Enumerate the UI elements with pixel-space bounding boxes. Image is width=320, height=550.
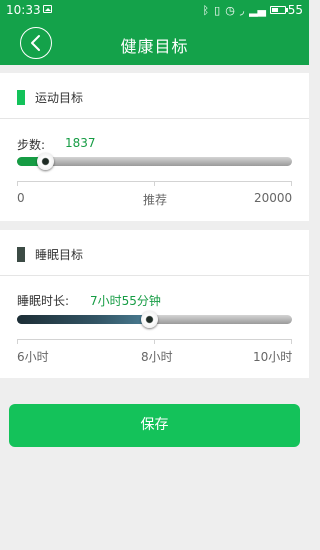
battery-level: 55: [287, 3, 303, 17]
sleep-section-header: 睡眠目标: [0, 230, 309, 276]
steps-label: 步数:: [17, 138, 46, 152]
scale-tick: [291, 181, 292, 186]
scale-tick: [154, 181, 155, 186]
scale-tick: [17, 181, 18, 186]
exercise-section-title: 运动目标: [35, 91, 84, 105]
sleep-section-title: 睡眠目标: [35, 248, 84, 262]
exercise-goal-card: 运动目标 步数: 1837 0 推荐 20000: [0, 73, 309, 221]
exercise-section-header: 运动目标: [0, 73, 309, 119]
status-time: 10:33: [6, 3, 41, 17]
app-header: 10:33 ᛒ ▯ ◷ ◞ ▂▄ 55 健康目标: [0, 0, 309, 65]
sleep-marker: [17, 247, 25, 262]
sleep-slider-thumb[interactable]: [141, 311, 158, 328]
sleep-scale-max: 10小时: [253, 350, 293, 364]
sleep-scale: [17, 339, 292, 344]
steps-slider-thumb[interactable]: [36, 153, 54, 170]
scale-tick: [17, 339, 18, 344]
sleep-duration-label: 睡眠时长:: [17, 294, 70, 308]
wifi-icon: ◞: [239, 4, 245, 17]
steps-scale-max: 20000: [254, 191, 293, 205]
sleep-slider-fill: [17, 315, 149, 324]
scale-tick: [291, 339, 292, 344]
vibrate-icon: ▯: [214, 4, 221, 17]
steps-value: 1837: [65, 136, 96, 150]
steps-scale-recommended: 推荐: [143, 193, 168, 207]
page-title: 健康目标: [120, 37, 189, 56]
bluetooth-icon: ᛒ: [202, 4, 210, 17]
sleep-goal-card: 睡眠目标 睡眠时长: 7小时55分钟 6小时 8小时 10小时: [0, 230, 309, 378]
sleep-duration-value: 7小时55分钟: [90, 294, 161, 308]
sleep-slider[interactable]: [17, 311, 292, 328]
battery-icon: [270, 6, 286, 14]
status-icons: ᛒ ▯ ◷ ◞ ▂▄: [203, 4, 266, 17]
scale-tick: [154, 339, 155, 344]
status-bar: 10:33 ᛒ ▯ ◷ ◞ ▂▄ 55: [0, 0, 309, 22]
save-button[interactable]: 保存: [9, 404, 300, 447]
signal-icon: ▂▄: [249, 4, 266, 17]
image-notification-icon: [43, 5, 52, 13]
alarm-icon: ◷: [225, 4, 235, 17]
steps-scale-min: 0: [17, 191, 25, 205]
steps-scale: [17, 181, 292, 186]
sleep-scale-min: 6小时: [17, 350, 49, 364]
steps-slider[interactable]: [17, 153, 292, 170]
exercise-marker: [17, 90, 25, 105]
sleep-scale-mid: 8小时: [141, 350, 173, 364]
